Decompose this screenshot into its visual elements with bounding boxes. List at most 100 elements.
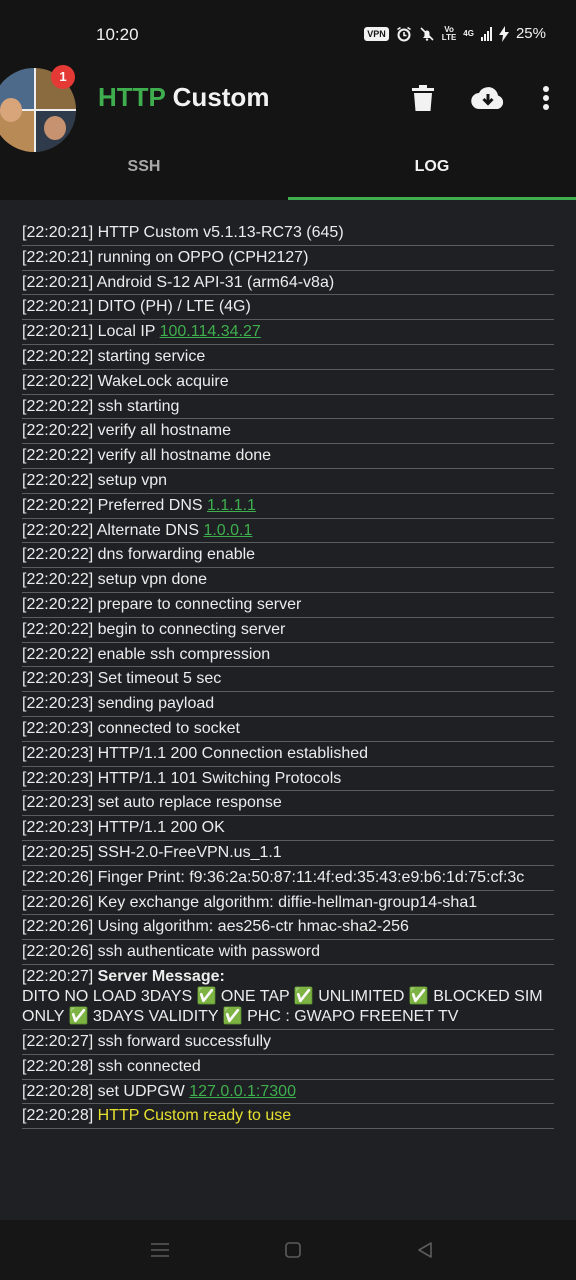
log-row: [22:20:28] set UDPGW 127.0.0.1:7300 <box>22 1080 554 1105</box>
tab-log[interactable]: LOG <box>288 140 576 200</box>
log-time: [22:20:23] <box>22 744 94 762</box>
log-text: running on OPPO (CPH2127) <box>97 248 309 266</box>
log-ready-text: HTTP Custom ready to use <box>97 1107 292 1125</box>
log-text: begin to connecting server <box>97 620 286 638</box>
mute-icon <box>420 26 434 41</box>
log-row: [22:20:23] connected to socket <box>22 717 554 742</box>
status-icons: VPN Vo LTE 4G 25% <box>364 25 546 42</box>
volte-icon: Vo LTE <box>441 25 457 42</box>
log-text: set UDPGW <box>97 1082 185 1100</box>
log-text: Local IP <box>97 323 156 341</box>
log-text: HTTP Custom v5.1.13-RC73 (645) <box>97 224 344 241</box>
log-text: ssh forward successfully <box>97 1032 272 1050</box>
log-time: [22:20:21] <box>22 224 94 241</box>
log-text: verify all hostname done <box>97 447 272 465</box>
log-text: ssh authenticate with password <box>97 943 320 961</box>
log-link[interactable]: 100.114.34.27 <box>160 323 261 340</box>
log-time: [22:20:26] <box>22 868 94 886</box>
log-text: Finger Print: f9:36:2a:50:87:11:4f:ed:35… <box>97 868 525 886</box>
log-time: [22:20:23] <box>22 819 94 837</box>
log-row: [22:20:22] setup vpn <box>22 469 554 494</box>
log-text: starting service <box>97 347 206 365</box>
log-time: [22:20:28] <box>22 1057 94 1075</box>
log-text: ssh starting <box>97 397 180 415</box>
log-time: [22:20:22] <box>22 397 94 415</box>
log-time: [22:20:22] <box>22 521 94 539</box>
log-link[interactable]: 1.1.1.1 <box>207 497 256 514</box>
tab-indicator <box>288 197 576 200</box>
delete-button[interactable] <box>403 78 443 118</box>
log-time: [22:20:26] <box>22 943 94 961</box>
log-text: WakeLock acquire <box>97 372 229 390</box>
log-row: [22:20:23] HTTP/1.1 200 OK <box>22 816 554 841</box>
log-row: [22:20:22] Preferred DNS 1.1.1.1 <box>22 494 554 519</box>
log-time: [22:20:23] <box>22 719 94 737</box>
log-row: [22:20:23] sending payload <box>22 692 554 717</box>
log-time: [22:20:22] <box>22 595 94 613</box>
volte-bottom: LTE <box>441 32 457 42</box>
log-link[interactable]: 127.0.0.1:7300 <box>189 1083 296 1100</box>
log-text: enable ssh compression <box>97 645 271 663</box>
log-time: [22:20:22] <box>22 422 94 440</box>
log-text: HTTP/1.1 101 Switching Protocols <box>97 769 342 787</box>
log-time: [22:20:28] <box>22 1082 94 1100</box>
log-time: [22:20:21] <box>22 273 94 291</box>
log-text: sending payload <box>97 695 215 713</box>
log-time: [22:20:22] <box>22 571 94 589</box>
log-text: Using algorithm: aes256-ctr hmac-sha2-25… <box>97 918 409 936</box>
log-row: [22:20:22] verify all hostname done <box>22 444 554 469</box>
title-custom: Custom <box>172 82 270 112</box>
log-time: [22:20:22] <box>22 620 94 638</box>
log-text: HTTP/1.1 200 Connection established <box>97 744 369 762</box>
log-row: [22:20:26] ssh authenticate with passwor… <box>22 940 554 965</box>
log-time: [22:20:22] <box>22 447 94 465</box>
log-row: [22:20:27] ssh forward successfully <box>22 1030 554 1055</box>
log-row: [22:20:22] enable ssh compression <box>22 643 554 668</box>
menu-icon <box>151 1243 169 1257</box>
log-time: [22:20:22] <box>22 471 94 489</box>
log-time: [22:20:25] <box>22 843 94 861</box>
trash-icon <box>412 85 434 111</box>
log-row: [22:20:28] ssh connected <box>22 1055 554 1080</box>
network-type: 4G <box>463 28 474 38</box>
log-time: [22:20:22] <box>22 347 94 365</box>
log-row: [22:20:22] setup vpn done <box>22 568 554 593</box>
status-bar: 10:20 VPN Vo LTE 4G 25% <box>0 0 576 60</box>
log-link[interactable]: 1.0.0.1 <box>203 522 252 539</box>
log-row: [22:20:22] dns forwarding enable <box>22 543 554 569</box>
log-text: Android S-12 API-31 (arm64-v8a) <box>96 273 335 291</box>
log-row: [22:20:22] ssh starting <box>22 395 554 420</box>
log-row: [22:20:22] starting service <box>22 345 554 370</box>
signal-icon <box>480 26 492 41</box>
log-row: [22:20:21] Android S-12 API-31 (arm64-v8… <box>22 271 554 296</box>
log-time: [22:20:23] <box>22 695 94 713</box>
log-list[interactable]: [22:20:21] HTTP Custom v5.1.13-RC73 (645… <box>22 221 554 1130</box>
log-row: [22:20:22] begin to connecting server <box>22 618 554 643</box>
vpn-icon: VPN <box>364 26 389 41</box>
home-button[interactable] <box>278 1235 308 1265</box>
log-text: dns forwarding enable <box>97 546 256 564</box>
back-button[interactable] <box>410 1235 440 1265</box>
log-text: prepare to connecting server <box>97 595 302 613</box>
log-time: [22:20:22] <box>22 645 94 663</box>
log-row: [22:20:21] DITO (PH) / LTE (4G) <box>22 295 554 321</box>
log-text: Alternate DNS <box>96 521 199 539</box>
log-row: [22:20:22] WakeLock acquire <box>22 370 554 395</box>
log-row: [22:20:23] HTTP/1.1 200 Connection estab… <box>22 742 554 767</box>
log-time: [22:20:28] <box>22 1107 94 1125</box>
log-row: [22:20:23] Set timeout 5 sec <box>22 667 554 693</box>
log-time: [22:20:23] <box>22 794 94 812</box>
log-text: Preferred DNS <box>97 496 203 514</box>
log-row: [22:20:27] Server Message: DITO NO LOAD 3… <box>22 965 554 1030</box>
log-time: [22:20:26] <box>22 918 94 936</box>
log-time: [22:20:22] <box>22 372 94 390</box>
log-text: Key exchange algorithm: diffie-hellman-g… <box>97 893 478 911</box>
tab-ssh[interactable]: SSH <box>0 140 288 200</box>
download-button[interactable] <box>468 78 508 118</box>
log-row: [22:20:22] verify all hostname <box>22 419 554 445</box>
home-square-icon <box>285 1242 301 1258</box>
more-options-button[interactable] <box>526 78 566 118</box>
log-time: [22:20:22] <box>22 496 94 514</box>
log-text: setup vpn <box>97 471 168 489</box>
recents-button[interactable] <box>145 1235 175 1265</box>
